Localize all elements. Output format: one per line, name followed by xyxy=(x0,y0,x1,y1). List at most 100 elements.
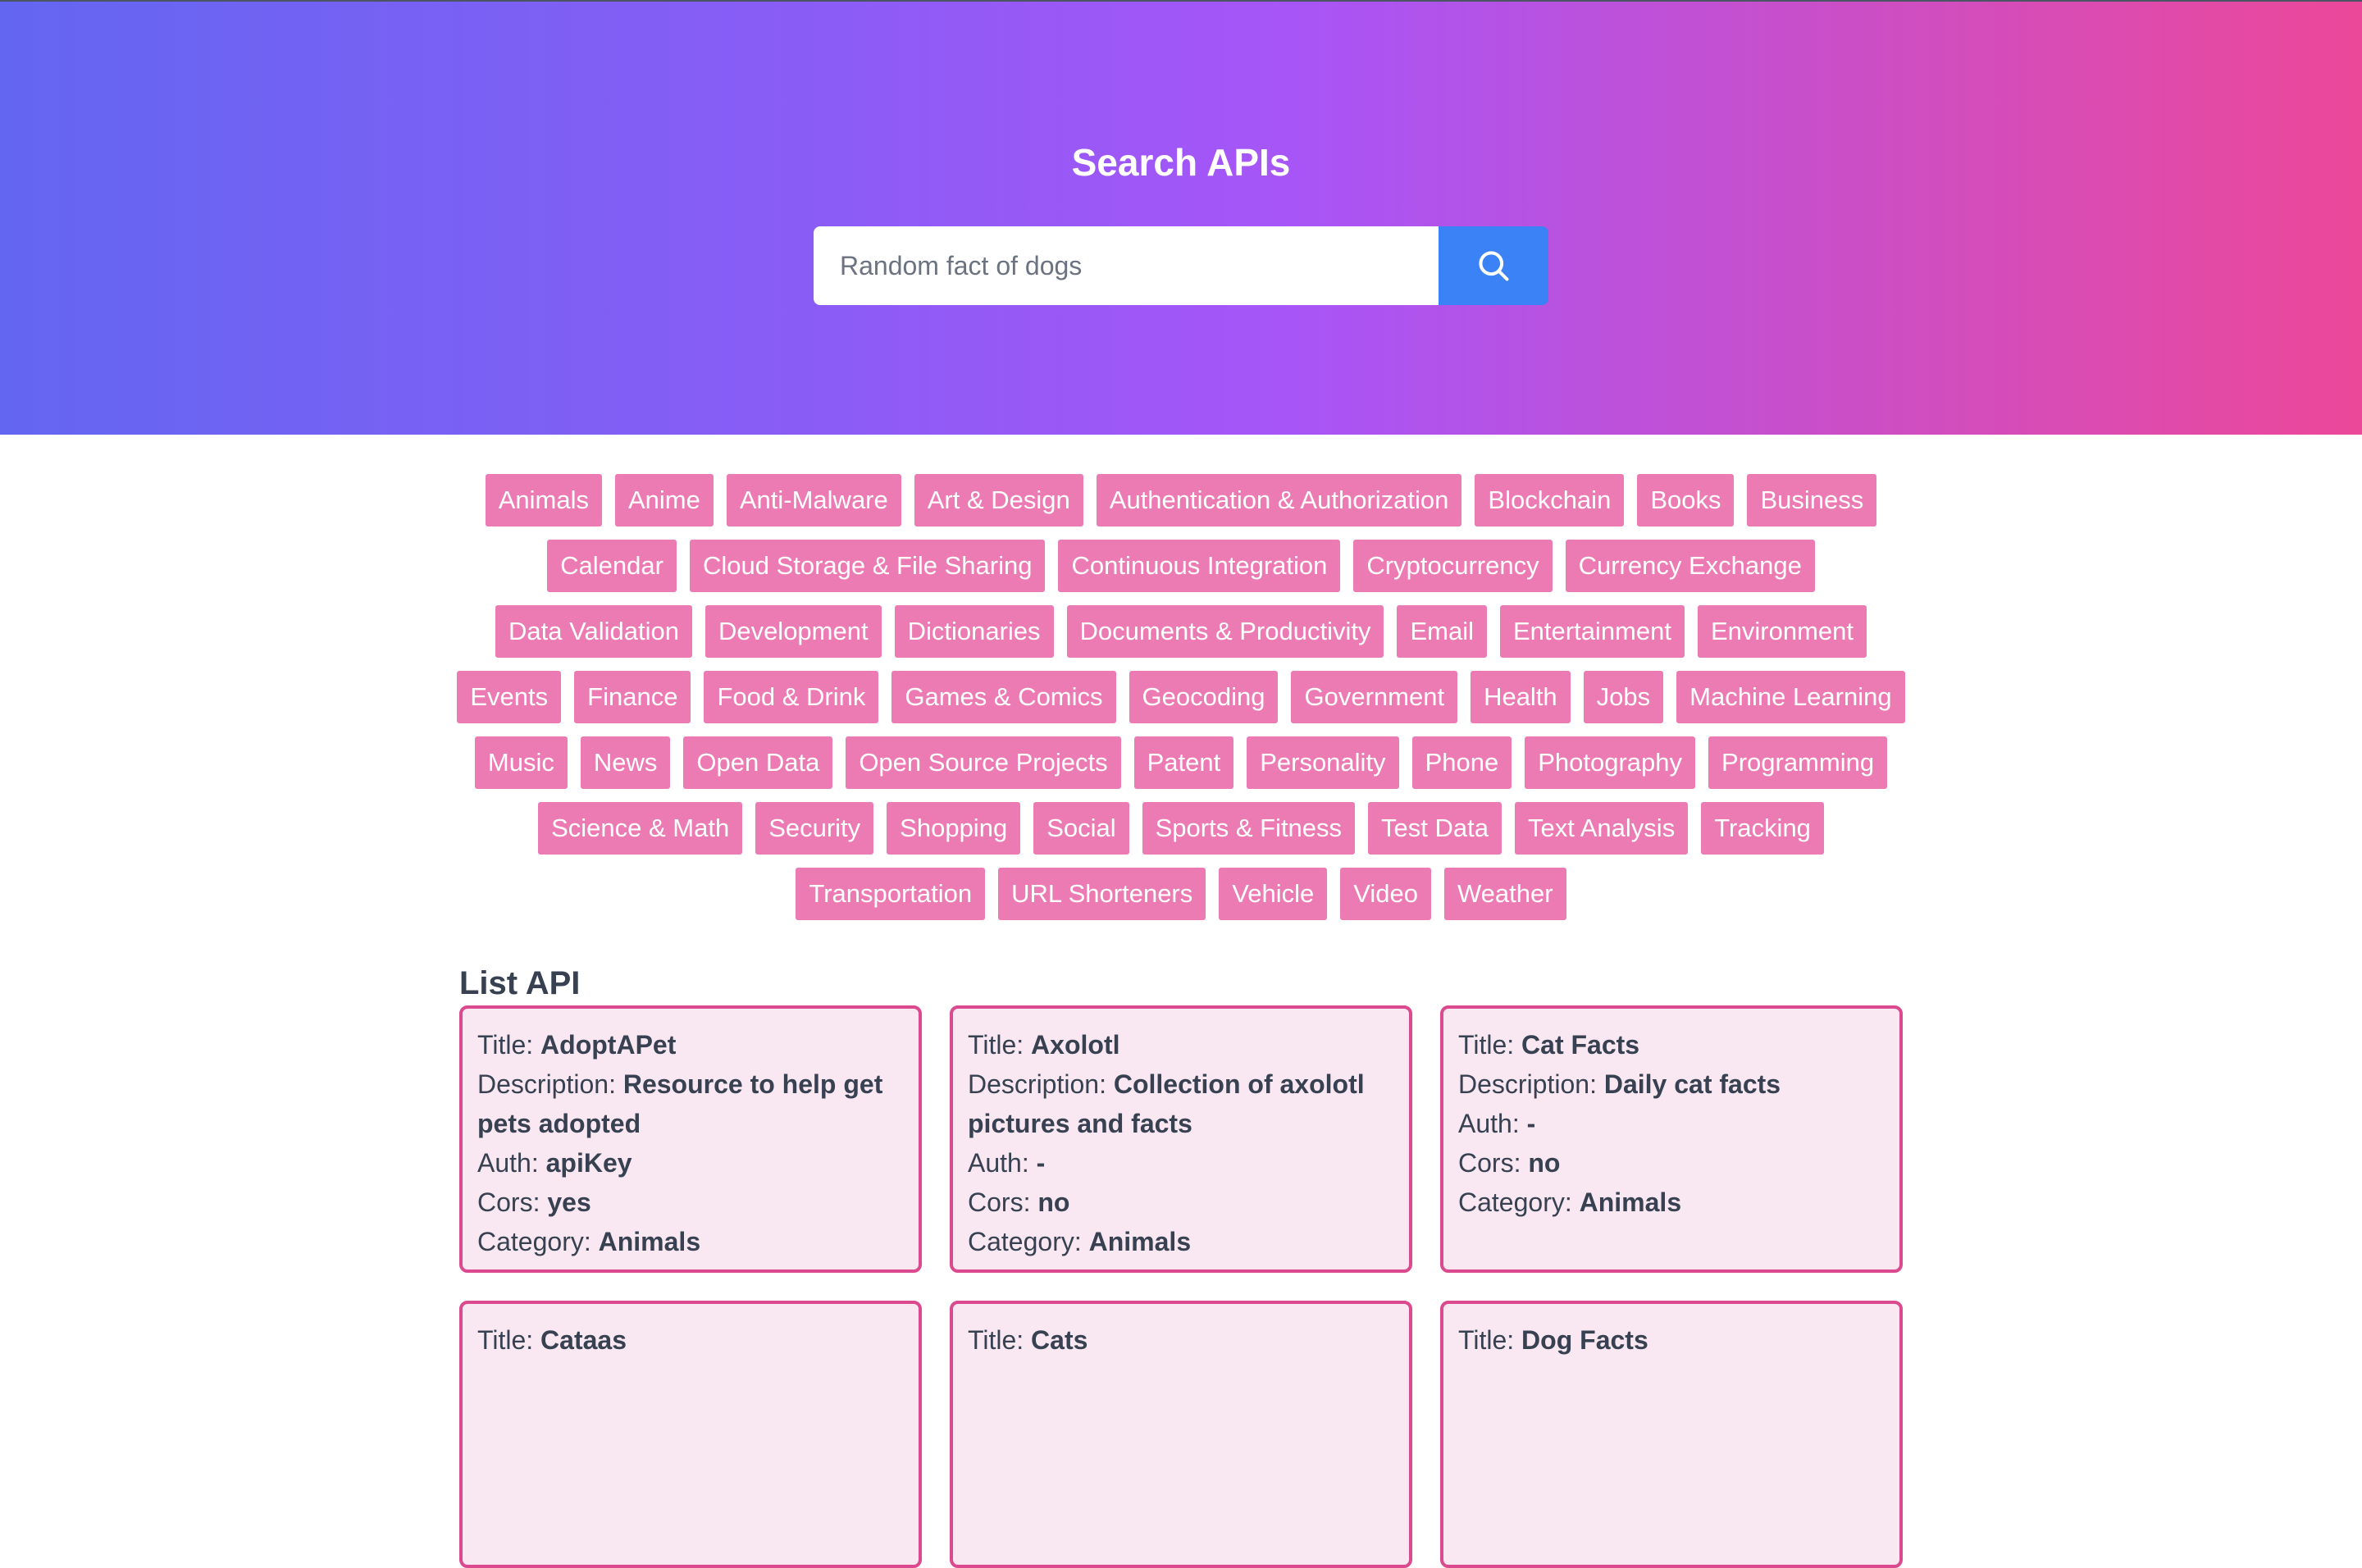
category-tag[interactable]: Anti-Malware xyxy=(726,474,901,526)
api-card-category: Category: Animals xyxy=(477,1222,904,1261)
api-card-category-value: Animals xyxy=(1579,1187,1682,1217)
api-card-title-value: Dog Facts xyxy=(1521,1325,1648,1355)
api-card[interactable]: Title: Axolotl Description: Collection of… xyxy=(950,1005,1412,1273)
api-card-cors-label: Cors: xyxy=(477,1187,548,1217)
api-card-grid: Title: AdoptAPet Description: Resource to… xyxy=(459,1005,1903,1568)
category-tag[interactable]: News xyxy=(580,736,671,789)
api-card-title-value: Cataas xyxy=(540,1325,627,1355)
category-tag[interactable]: Open Data xyxy=(683,736,833,789)
api-card-category-label: Category: xyxy=(968,1227,1089,1256)
api-card[interactable]: Title: Dog Facts xyxy=(1440,1301,1903,1568)
api-card-title-value: Cat Facts xyxy=(1521,1030,1640,1060)
api-card-auth-label: Auth: xyxy=(1458,1109,1527,1138)
category-tag[interactable]: Food & Drink xyxy=(704,671,879,723)
api-card-cors: Cors: yes xyxy=(477,1183,904,1222)
category-tag[interactable]: Finance xyxy=(574,671,691,723)
category-tag[interactable]: Art & Design xyxy=(914,474,1083,526)
api-card-title-value: AdoptAPet xyxy=(540,1030,677,1060)
category-tag[interactable]: URL Shorteners xyxy=(998,868,1206,920)
page-title: Search APIs xyxy=(1071,141,1291,184)
api-card[interactable]: Title: Cats xyxy=(950,1301,1412,1568)
category-tag[interactable]: Business xyxy=(1747,474,1877,526)
category-tag[interactable]: Vehicle xyxy=(1219,868,1328,920)
category-tag[interactable]: Text Analysis xyxy=(1515,802,1689,855)
api-card-auth: Auth: - xyxy=(968,1143,1394,1183)
api-card-cors-label: Cors: xyxy=(1458,1148,1529,1178)
category-tag[interactable]: Cryptocurrency xyxy=(1353,540,1553,592)
category-tag[interactable]: Social xyxy=(1033,802,1129,855)
api-card-cors: Cors: no xyxy=(1458,1143,1885,1183)
category-tag[interactable]: Documents & Productivity xyxy=(1066,605,1384,658)
category-tag[interactable]: Weather xyxy=(1443,868,1566,920)
category-tag[interactable]: Machine Learning xyxy=(1676,671,1905,723)
api-card[interactable]: Title: Cat Facts Description: Daily cat f… xyxy=(1440,1005,1903,1273)
category-tag[interactable]: Music xyxy=(474,736,568,789)
category-tag[interactable]: Animals xyxy=(485,474,602,526)
category-tag[interactable]: Entertainment xyxy=(1499,605,1685,658)
api-card-description-value: Daily cat facts xyxy=(1603,1069,1781,1099)
category-tag[interactable]: Blockchain xyxy=(1475,474,1625,526)
category-tag[interactable]: Events xyxy=(457,671,562,723)
category-tag[interactable]: Dictionaries xyxy=(894,605,1054,658)
category-tag[interactable]: Programming xyxy=(1708,736,1888,789)
api-card-auth: Auth: - xyxy=(1458,1104,1885,1143)
api-card-description: Description: Resource to help get pets a… xyxy=(477,1064,904,1143)
category-tag[interactable]: Science & Math xyxy=(538,802,743,855)
category-tag[interactable]: Security xyxy=(755,802,874,855)
category-tag[interactable]: Data Validation xyxy=(495,605,692,658)
category-tag[interactable]: Email xyxy=(1397,605,1487,658)
category-tag[interactable]: Games & Comics xyxy=(891,671,1116,723)
category-tag[interactable]: Authentication & Authorization xyxy=(1096,474,1462,526)
api-card-title-label: Title: xyxy=(477,1325,541,1355)
category-tag[interactable]: Calendar xyxy=(547,540,677,592)
category-tag[interactable]: Shopping xyxy=(887,802,1021,855)
category-tag[interactable]: Cloud Storage & File Sharing xyxy=(689,540,1046,592)
category-tag[interactable]: Video xyxy=(1340,868,1431,920)
hero-banner: Search APIs xyxy=(0,0,2362,435)
category-tag[interactable]: Test Data xyxy=(1368,802,1502,855)
category-tag[interactable]: Anime xyxy=(614,474,714,526)
category-tag[interactable]: Jobs xyxy=(1583,671,1664,723)
search-icon xyxy=(1479,251,1509,281)
category-tag[interactable]: Patent xyxy=(1133,736,1234,789)
api-card[interactable]: Title: Cataas xyxy=(459,1301,922,1568)
api-card-category: Category: Animals xyxy=(1458,1183,1885,1222)
api-card-category: Category: Animals xyxy=(968,1222,1394,1261)
category-tag[interactable]: Transportation xyxy=(796,868,986,920)
category-tag[interactable]: Open Source Projects xyxy=(846,736,1121,789)
api-card-cors-label: Cors: xyxy=(968,1187,1038,1217)
search-button[interactable] xyxy=(1439,226,1548,305)
category-tag[interactable]: Development xyxy=(704,605,882,658)
api-card-title-label: Title: xyxy=(968,1030,1032,1060)
category-tag[interactable]: Continuous Integration xyxy=(1058,540,1341,592)
category-tag[interactable]: Tracking xyxy=(1701,802,1824,855)
api-card-cors-value: no xyxy=(1037,1187,1070,1217)
category-tag[interactable]: Environment xyxy=(1697,605,1867,658)
api-card[interactable]: Title: AdoptAPet Description: Resource to… xyxy=(459,1005,922,1273)
category-tag[interactable]: Personality xyxy=(1247,736,1399,789)
api-card-cors-value: yes xyxy=(547,1187,591,1217)
api-card-auth: Auth: apiKey xyxy=(477,1143,904,1183)
api-card-title-value: Cats xyxy=(1031,1325,1088,1355)
list-title: List API xyxy=(459,965,581,1001)
api-card-title-label: Title: xyxy=(1458,1030,1522,1060)
category-tag[interactable]: Government xyxy=(1291,671,1458,723)
api-card-description: Description: Daily cat facts xyxy=(1458,1064,1885,1104)
api-card-title: Title: Cataas xyxy=(477,1320,904,1360)
category-tag[interactable]: Geocoding xyxy=(1129,671,1279,723)
category-tag[interactable]: Phone xyxy=(1411,736,1512,789)
category-tag[interactable]: Books xyxy=(1637,474,1735,526)
api-card-category-label: Category: xyxy=(1458,1187,1580,1217)
category-tag[interactable]: Currency Exchange xyxy=(1565,540,1815,592)
api-card-category-value: Animals xyxy=(1088,1227,1192,1256)
api-card-description-label: Description: xyxy=(968,1069,1114,1099)
category-tag[interactable]: Sports & Fitness xyxy=(1142,802,1356,855)
api-card-cors: Cors: no xyxy=(968,1183,1394,1222)
category-tag[interactable]: Photography xyxy=(1525,736,1696,789)
search-input[interactable] xyxy=(814,226,1439,305)
api-card-title-label: Title: xyxy=(1458,1325,1522,1355)
api-card-auth-label: Auth: xyxy=(968,1148,1037,1178)
api-card-cors-value: no xyxy=(1528,1148,1561,1178)
api-card-title-value: Axolotl xyxy=(1031,1030,1120,1060)
category-tag[interactable]: Health xyxy=(1471,671,1571,723)
